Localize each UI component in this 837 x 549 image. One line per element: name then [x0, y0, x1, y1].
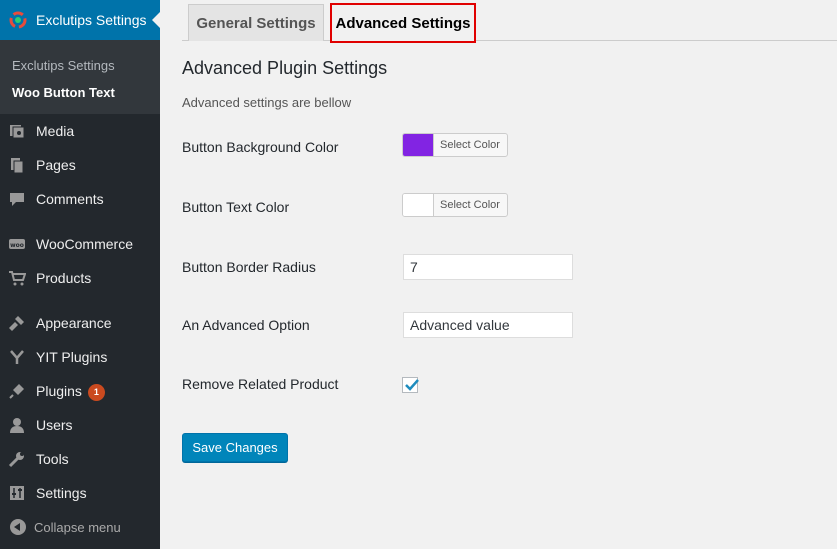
menu-item-pages[interactable]: Pages: [0, 148, 160, 182]
menu-item-products[interactable]: Products: [0, 261, 160, 295]
comments-icon: [10, 193, 24, 206]
menu-item-label: Pages: [36, 157, 76, 173]
menu-item-yit-plugins[interactable]: YIT Plugins: [0, 340, 160, 374]
woocommerce-icon: woo: [9, 239, 25, 249]
menu-item-label: Exclutips Settings: [36, 12, 147, 28]
menu-item-tools[interactable]: Tools: [0, 442, 160, 476]
page-heading: Advanced Plugin Settings: [182, 58, 388, 78]
page-description: Advanced settings are bellow: [182, 95, 352, 110]
advanced-option-input[interactable]: Advanced value: [403, 312, 573, 338]
bg-color-picker-button[interactable]: Select Color: [402, 133, 508, 157]
menu-item-label: Settings: [36, 485, 87, 501]
menu-item-text: Plugins: [36, 383, 82, 399]
submenu-item-woo-button-text[interactable]: Woo Button Text: [12, 85, 115, 100]
text-color-swatch: [403, 194, 434, 216]
current-menu-arrow: [152, 12, 160, 28]
menu-item-label: YIT Plugins: [36, 349, 108, 365]
settings-icon: [10, 486, 24, 500]
appearance-icon: [9, 316, 24, 331]
text-color-picker-button[interactable]: Select Color: [402, 193, 508, 217]
save-changes-button[interactable]: Save Changes: [182, 433, 288, 462]
border-radius-label: Button Border Radius: [182, 259, 316, 275]
checkmark-icon: [405, 379, 419, 391]
menu-item-exclutips-settings[interactable]: Exclutips Settings: [0, 0, 160, 40]
plugins-icon: [9, 384, 24, 399]
collapse-menu-button[interactable]: Collapse menu: [0, 512, 160, 542]
users-icon: [10, 418, 24, 433]
menu-item-appearance[interactable]: Appearance: [0, 306, 160, 340]
tab-advanced-settings[interactable]: Advanced Settings: [330, 3, 476, 43]
menu-item-plugins[interactable]: Plugins 1: [0, 374, 160, 408]
pages-icon: [11, 158, 24, 174]
text-color-label: Button Text Color: [182, 199, 290, 215]
bg-color-label: Button Background Color: [182, 139, 339, 155]
menu-item-comments[interactable]: Comments: [0, 182, 160, 216]
collapse-menu-label: Collapse menu: [34, 520, 121, 535]
menu-item-label: Users: [36, 417, 73, 433]
exclutips-logo-icon: [9, 11, 27, 29]
submenu-item-exclutips-settings[interactable]: Exclutips Settings: [12, 58, 115, 73]
menu-item-label: Media: [36, 123, 75, 139]
menu-item-settings[interactable]: Settings: [0, 476, 160, 510]
submenu: Exclutips Settings Woo Button Text: [0, 40, 160, 114]
menu-item-label: Plugins 1: [36, 383, 105, 401]
tab-general-settings[interactable]: General Settings: [188, 4, 324, 41]
tools-icon: [8, 452, 24, 468]
menu-item-label: Tools: [36, 451, 69, 467]
collapse-arrow-icon: [10, 519, 26, 535]
bg-color-swatch: [403, 134, 434, 156]
select-color-label: Select Color: [440, 139, 500, 151]
menu-item-woocommerce[interactable]: woo WooCommerce: [0, 227, 160, 261]
remove-related-label: Remove Related Product: [182, 376, 339, 392]
admin-sidebar: Exclutips Settings Exclutips Settings Wo…: [0, 0, 160, 549]
menu-item-label: Comments: [36, 191, 104, 207]
menu-item-label: Appearance: [36, 315, 112, 331]
menu-item-label: Products: [36, 270, 92, 286]
remove-related-checkbox[interactable]: [402, 377, 419, 393]
select-color-label: Select Color: [440, 199, 500, 211]
advanced-option-label: An Advanced Option: [182, 317, 310, 333]
products-icon: [9, 271, 26, 286]
update-count-badge: 1: [87, 384, 105, 401]
menu-item-media[interactable]: Media: [0, 114, 160, 148]
yit-icon: [10, 350, 24, 364]
media-icon: [10, 125, 25, 139]
svg-text:woo: woo: [10, 242, 24, 249]
menu-item-label: WooCommerce: [36, 236, 133, 252]
border-radius-input[interactable]: 7: [403, 254, 573, 280]
menu-item-users[interactable]: Users: [0, 408, 160, 442]
